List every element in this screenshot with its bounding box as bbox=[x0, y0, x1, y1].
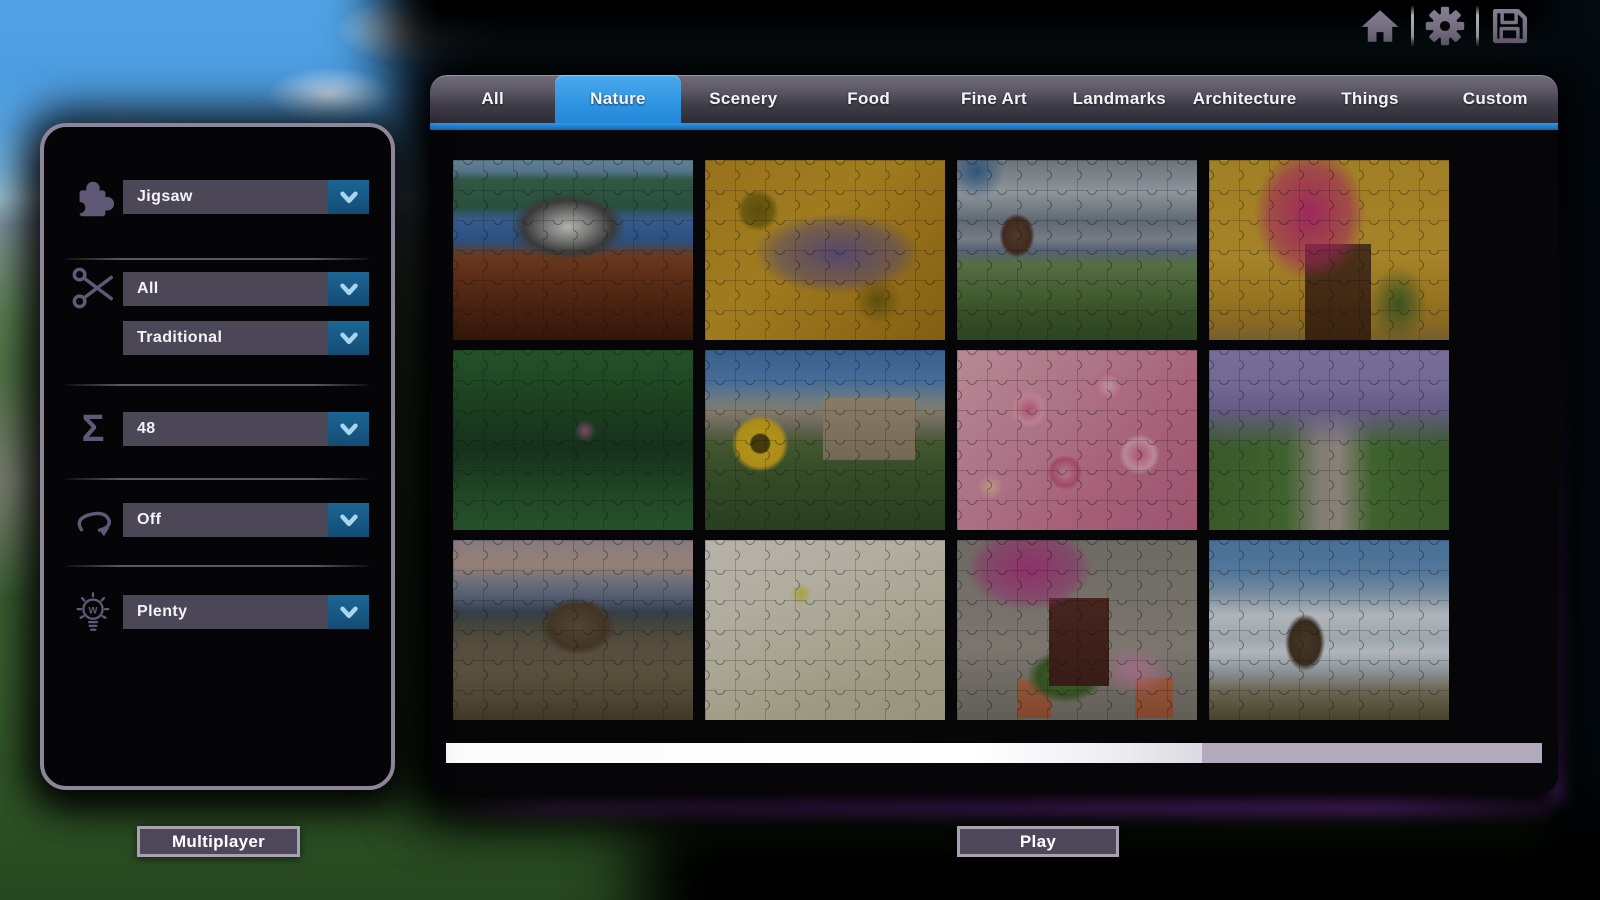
puzzle-thumbnail[interactable] bbox=[453, 540, 693, 720]
cut-style-value: All bbox=[123, 280, 159, 298]
tab-nature[interactable]: Nature bbox=[555, 75, 680, 123]
category-tabbar: All Nature Scenery Food Fine Art Landmar… bbox=[430, 75, 1558, 123]
puzzle-thumbnail[interactable] bbox=[957, 540, 1197, 720]
hints-dropdown[interactable]: Plenty bbox=[123, 595, 369, 629]
jigsaw-overlay bbox=[1209, 160, 1449, 340]
chevron-down-icon bbox=[328, 503, 369, 537]
header-divider bbox=[1476, 5, 1479, 47]
sigma-icon: Σ bbox=[70, 406, 116, 452]
tab-fine-art[interactable]: Fine Art bbox=[931, 75, 1056, 123]
jigsaw-overlay bbox=[705, 540, 945, 720]
cut-shape-dropdown[interactable]: Traditional bbox=[123, 321, 369, 355]
settings-divider bbox=[66, 258, 369, 260]
chevron-down-icon bbox=[328, 272, 369, 306]
settings-divider bbox=[66, 565, 369, 567]
puzzle-type-value: Jigsaw bbox=[123, 188, 193, 206]
rotation-icon bbox=[68, 499, 114, 545]
thumbnail-grid bbox=[453, 160, 1542, 720]
puzzle-thumbnail[interactable] bbox=[453, 350, 693, 530]
puzzle-thumbnail[interactable] bbox=[705, 350, 945, 530]
puzzle-thumbnail[interactable] bbox=[705, 540, 945, 720]
header-divider bbox=[1411, 5, 1414, 47]
jigsaw-overlay bbox=[705, 160, 945, 340]
jigsaw-overlay bbox=[957, 350, 1197, 530]
play-button[interactable]: Play bbox=[957, 826, 1119, 857]
rotation-value: Off bbox=[123, 511, 161, 529]
rotation-dropdown[interactable]: Off bbox=[123, 503, 369, 537]
header-toolbar bbox=[1358, 4, 1532, 48]
hints-value: Plenty bbox=[123, 603, 187, 621]
jigsaw-overlay bbox=[453, 350, 693, 530]
puzzle-browser-panel: All Nature Scenery Food Fine Art Landmar… bbox=[430, 75, 1558, 793]
tab-food[interactable]: Food bbox=[806, 75, 931, 123]
puzzle-thumbnail[interactable] bbox=[957, 160, 1197, 340]
tab-landmarks[interactable]: Landmarks bbox=[1057, 75, 1182, 123]
chevron-down-icon bbox=[328, 412, 369, 446]
tab-custom[interactable]: Custom bbox=[1433, 75, 1558, 123]
scrollbar-thumb[interactable] bbox=[446, 743, 1202, 763]
cut-shape-value: Traditional bbox=[123, 329, 222, 347]
piece-count-dropdown[interactable]: 48 bbox=[123, 412, 369, 446]
piece-count-value: 48 bbox=[123, 420, 156, 438]
chevron-down-icon bbox=[328, 595, 369, 629]
jigsaw-overlay bbox=[957, 540, 1197, 720]
cut-style-dropdown[interactable]: All bbox=[123, 272, 369, 306]
jigsaw-overlay bbox=[957, 160, 1197, 340]
hint-bulb-icon: w bbox=[70, 589, 116, 635]
puzzle-thumbnail[interactable] bbox=[1209, 160, 1449, 340]
jigsaw-overlay bbox=[1209, 350, 1449, 530]
chevron-down-icon bbox=[328, 180, 369, 214]
multiplayer-button[interactable]: Multiplayer bbox=[137, 826, 300, 857]
puzzle-thumbnail[interactable] bbox=[1209, 540, 1449, 720]
tab-all[interactable]: All bbox=[430, 75, 555, 123]
tab-scenery[interactable]: Scenery bbox=[681, 75, 806, 123]
jigsaw-overlay bbox=[453, 160, 693, 340]
settings-gear-icon[interactable] bbox=[1423, 4, 1467, 48]
scissors-icon bbox=[70, 265, 116, 311]
puzzle-type-dropdown[interactable]: Jigsaw bbox=[123, 180, 369, 214]
app-window: All Nature Scenery Food Fine Art Landmar… bbox=[0, 0, 1600, 900]
home-icon[interactable] bbox=[1358, 4, 1402, 48]
settings-divider bbox=[66, 478, 369, 480]
settings-divider bbox=[66, 384, 369, 386]
puzzle-piece-icon bbox=[70, 175, 116, 221]
bottom-shadow-band bbox=[640, 805, 1600, 900]
purple-glow-bottom bbox=[438, 797, 1550, 814]
save-icon[interactable] bbox=[1488, 4, 1532, 48]
chevron-down-icon bbox=[328, 321, 369, 355]
puzzle-thumbnail[interactable] bbox=[453, 160, 693, 340]
svg-text:w: w bbox=[88, 604, 98, 616]
tab-things[interactable]: Things bbox=[1307, 75, 1432, 123]
tabbar-accent-strip bbox=[430, 123, 1558, 130]
puzzle-thumbnail[interactable] bbox=[705, 160, 945, 340]
puzzle-thumbnail[interactable] bbox=[957, 350, 1197, 530]
puzzle-settings-panel: Jigsaw All Traditional bbox=[40, 123, 395, 790]
jigsaw-overlay bbox=[453, 540, 693, 720]
tab-architecture[interactable]: Architecture bbox=[1182, 75, 1307, 123]
puzzle-thumbnail[interactable] bbox=[1209, 350, 1449, 530]
gallery-scrollbar[interactable] bbox=[446, 743, 1542, 763]
jigsaw-overlay bbox=[1209, 540, 1449, 720]
jigsaw-overlay bbox=[705, 350, 945, 530]
